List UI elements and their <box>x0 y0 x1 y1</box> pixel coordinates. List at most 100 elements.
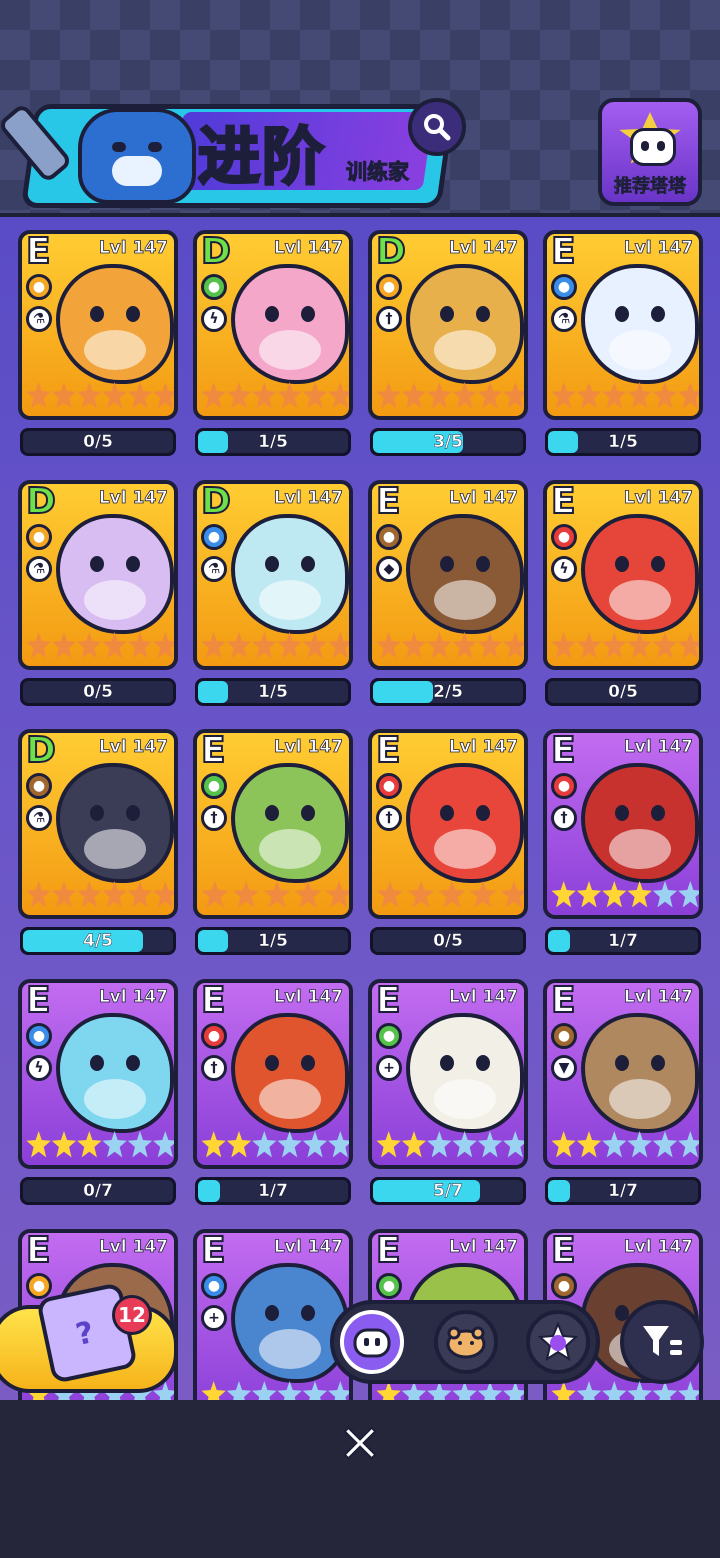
creature-card[interactable]: E Lvl 147 ● ϟ <box>543 480 703 670</box>
card-level: Lvl 147 <box>623 488 693 509</box>
star-rating <box>201 382 349 414</box>
card-level: Lvl 147 <box>98 1237 168 1258</box>
card-grade: E <box>550 980 577 1022</box>
progress-text: 0/5 <box>433 931 463 951</box>
fire-element-icon: ● <box>201 1023 227 1049</box>
creature-card[interactable]: E Lvl 147 ● + <box>368 979 528 1169</box>
star-rating <box>376 1131 524 1163</box>
water-element-icon: ● <box>201 1273 227 1299</box>
star-rating <box>26 632 174 664</box>
silver-star-icon <box>652 1131 678 1158</box>
bronze-star-icon <box>226 382 252 409</box>
bronze-star-icon <box>503 632 524 659</box>
progress-bar: 2/5 <box>370 678 526 706</box>
card-level: Lvl 147 <box>273 1237 343 1258</box>
plus-class-icon: + <box>201 1305 227 1331</box>
sword-class-icon: † <box>376 805 402 831</box>
creature-card[interactable]: E Lvl 147 ● ▼ <box>543 979 703 1169</box>
creature-card[interactable]: D Lvl 147 ● ⚗ <box>193 480 353 670</box>
mascot-icon <box>78 108 196 204</box>
bronze-star-icon <box>328 632 349 659</box>
star-rating <box>551 881 699 913</box>
bronze-star-icon <box>452 632 477 659</box>
bronze-star-icon <box>127 881 153 908</box>
silver-star-icon <box>302 1131 328 1158</box>
progress-bar: 1/5 <box>195 927 351 955</box>
bronze-star-icon <box>652 382 678 409</box>
bronze-star-icon <box>302 382 328 409</box>
creature-card[interactable]: E Lvl 147 ● + <box>193 1229 353 1419</box>
card-level: Lvl 147 <box>623 1237 693 1258</box>
progress-text: 4/5 <box>83 931 113 951</box>
gold-star-icon <box>51 1131 77 1158</box>
flask-class-icon: ⚗ <box>551 306 577 332</box>
sword-class-icon: † <box>201 805 227 831</box>
creature-card[interactable]: D Lvl 147 ● † <box>368 230 528 420</box>
creature-card[interactable]: D Lvl 147 ● ⚗ <box>18 480 178 670</box>
creature-card[interactable]: E Lvl 147 ● ϟ <box>18 979 178 1169</box>
bronze-star-icon <box>201 632 226 659</box>
gold-star-icon <box>26 1131 51 1158</box>
grass-element-icon: ● <box>201 274 227 300</box>
close-button[interactable]: ✕ <box>335 1414 385 1476</box>
star-badge-icon <box>538 1322 578 1362</box>
creature-card[interactable]: E Lvl 147 ● ⚗ <box>543 230 703 420</box>
card-grade: D <box>200 231 232 273</box>
eye-class-icon: ◆ <box>376 556 402 582</box>
card-grade: E <box>200 980 227 1022</box>
creature-card[interactable]: D Lvl 147 ● ϟ <box>193 230 353 420</box>
progress-text: 0/5 <box>608 682 638 702</box>
card-frame: E Lvl 147 ● ⚗ <box>18 230 178 420</box>
creature-portrait <box>406 763 524 883</box>
recommend-button[interactable]: 推荐塔塔 <box>598 98 702 206</box>
creature-card[interactable]: E Lvl 147 ● † <box>543 729 703 919</box>
card-level: Lvl 147 <box>448 488 518 509</box>
filter-button[interactable] <box>620 1300 704 1384</box>
card-level: Lvl 147 <box>623 737 693 758</box>
grass-element-icon: ● <box>376 1023 402 1049</box>
search-button[interactable] <box>408 98 466 156</box>
silver-star-icon <box>503 1131 524 1158</box>
progress-bar: 1/5 <box>195 678 351 706</box>
star-rating <box>376 632 524 664</box>
progress-bar: 1/7 <box>195 1177 351 1205</box>
star-rating <box>26 1131 174 1163</box>
fire-element-icon: ● <box>551 524 577 550</box>
creature-card[interactable]: E Lvl 147 ● ⚗ <box>18 230 178 420</box>
progress-bar: 0/5 <box>545 678 701 706</box>
robot-icon <box>353 1328 391 1358</box>
bronze-star-icon <box>602 632 627 659</box>
bolt-class-icon: ϟ <box>26 1055 52 1081</box>
creature-card[interactable]: E Lvl 147 ● † <box>193 979 353 1169</box>
progress-text: 1/5 <box>608 432 638 452</box>
page-subtitle: 训练家 <box>346 160 410 185</box>
star-rating <box>26 881 174 913</box>
flask-class-icon: ⚗ <box>201 556 227 582</box>
bronze-star-icon <box>469 881 497 908</box>
card-level: Lvl 147 <box>273 488 343 509</box>
card-frame: E Lvl 147 ● + <box>193 1229 353 1419</box>
robot-tab[interactable] <box>340 1310 404 1374</box>
silver-star-icon <box>127 1131 153 1158</box>
robot-icon <box>630 128 676 166</box>
bronze-star-icon <box>325 881 349 908</box>
card-level: Lvl 147 <box>448 238 518 259</box>
creature-tab[interactable] <box>434 1310 498 1374</box>
star-tab[interactable] <box>526 1310 590 1374</box>
bronze-star-icon <box>376 632 401 659</box>
card-frame: E Lvl 147 ● ϟ <box>543 480 703 670</box>
silver-star-icon <box>602 1131 627 1158</box>
creature-card[interactable]: E Lvl 147 ● ◆ <box>368 480 528 670</box>
card-grade: E <box>550 1230 577 1272</box>
creature-card[interactable]: D Lvl 147 ● ⚗ <box>18 729 178 919</box>
silver-star-icon <box>328 1131 349 1158</box>
bronze-star-icon <box>376 382 401 409</box>
card-level: Lvl 147 <box>273 737 343 758</box>
bronze-star-icon <box>477 382 503 409</box>
silver-star-icon <box>627 1131 652 1158</box>
bronze-star-icon <box>102 881 127 908</box>
bolt-class-icon: ϟ <box>551 556 577 582</box>
bronze-star-icon <box>77 881 102 908</box>
creature-card[interactable]: E Lvl 147 ● † <box>193 729 353 919</box>
creature-card[interactable]: E Lvl 147 ● † <box>368 729 528 919</box>
